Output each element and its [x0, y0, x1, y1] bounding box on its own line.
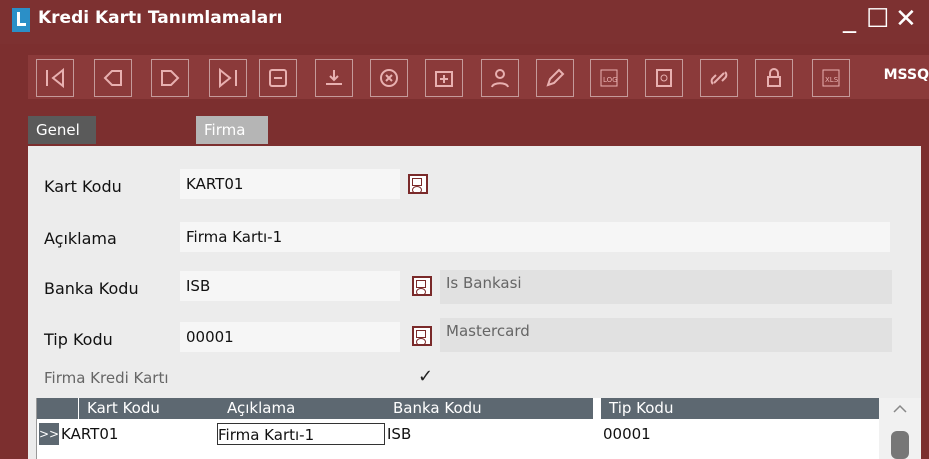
row-marker: >> — [39, 423, 59, 445]
new-icon — [435, 71, 453, 87]
aciklama-label: Açıklama — [44, 229, 117, 248]
app-logo-icon — [12, 8, 30, 32]
save-button[interactable] — [315, 59, 353, 97]
log-icon: LOG — [600, 69, 618, 87]
browse-button[interactable] — [259, 59, 297, 97]
xls-icon: XLS — [822, 69, 840, 87]
last-icon — [219, 67, 237, 89]
lookup-icon[interactable] — [412, 276, 432, 296]
user-button[interactable] — [481, 59, 519, 97]
new-record-button[interactable] — [425, 59, 463, 97]
lock-button[interactable] — [755, 59, 793, 97]
log-button[interactable]: LOG — [590, 59, 628, 97]
tip-name-field: Mastercard — [440, 318, 892, 352]
banka-name-field: Is Bankasi — [440, 270, 892, 304]
document-icon — [656, 69, 672, 87]
aciklama-input[interactable]: Firma Kartı-1 — [180, 222, 890, 252]
kart-kodu-input[interactable]: KART01 — [180, 169, 400, 199]
window-title: Kredi Kartı Tanımlamaları — [38, 8, 283, 28]
toolbar: LOG XLS MSSQ — [28, 55, 929, 99]
download-icon — [326, 70, 342, 85]
tip-kodu-label: Tip Kodu — [44, 330, 113, 349]
grid-cell-kart-kodu[interactable]: KART01 — [61, 423, 211, 445]
grid-cell-tip-kodu[interactable]: 00001 — [603, 423, 803, 445]
records-grid: Kart Kodu Açıklama Banka Kodu Tip Kodu >… — [36, 398, 887, 459]
banka-kodu-input[interactable]: ISB — [180, 271, 400, 301]
link-button[interactable] — [700, 59, 738, 97]
xls-button[interactable]: XLS — [812, 59, 850, 97]
browse-icon — [269, 69, 287, 87]
grid-cell-banka-kodu[interactable]: ISB — [387, 423, 587, 445]
tab-general[interactable]: Genel Bilgiler — [28, 116, 96, 167]
delete-button[interactable] — [370, 59, 408, 97]
svg-text:XLS: XLS — [825, 76, 839, 84]
kart-kodu-label: Kart Kodu — [44, 177, 122, 196]
lookup-icon[interactable] — [408, 174, 428, 194]
close-button[interactable]: ✕ — [895, 4, 917, 34]
first-record-button[interactable] — [36, 59, 74, 97]
grid-header-banka-kodu[interactable]: Banka Kodu — [385, 398, 593, 419]
next-icon — [161, 70, 180, 86]
grid-header-aciklama[interactable]: Açıklama — [219, 398, 387, 419]
banka-kodu-label: Banka Kodu — [44, 279, 139, 298]
grid-cell-aciklama[interactable]: Firma Kartı-1 — [217, 423, 385, 445]
link-icon — [710, 71, 728, 85]
first-icon — [46, 67, 64, 89]
app-window: Kredi Kartı Tanımlamaları _ ☐ ✕ LOG XLS … — [0, 0, 929, 459]
document-button[interactable] — [645, 59, 683, 97]
server-label: MSSQ — [883, 67, 929, 83]
tip-kodu-input[interactable]: 00001 — [180, 322, 400, 352]
vertical-scrollbar[interactable] — [879, 398, 921, 459]
svg-text:LOG: LOG — [603, 76, 618, 84]
firma-kredi-karti-checkbox[interactable]: ✓ — [418, 366, 433, 387]
previous-icon — [103, 70, 122, 86]
last-record-button[interactable] — [209, 59, 247, 97]
grid-row-header — [37, 398, 78, 419]
edit-button[interactable] — [536, 59, 574, 97]
pencil-icon — [546, 68, 565, 87]
previous-record-button[interactable] — [94, 59, 132, 97]
delete-icon — [380, 69, 398, 87]
next-record-button[interactable] — [151, 59, 189, 97]
maximize-button[interactable]: ☐ — [866, 4, 889, 34]
firma-kredi-karti-label: Firma Kredi Kartı — [44, 369, 169, 387]
grid-header-tip-kodu[interactable]: Tip Kodu — [601, 398, 887, 419]
lookup-icon[interactable] — [412, 326, 432, 346]
chevron-up-icon — [893, 404, 907, 413]
user-icon — [491, 69, 509, 88]
title-bar: Kredi Kartı Tanımlamaları _ ☐ ✕ — [0, 0, 929, 44]
minimize-button[interactable]: _ — [843, 4, 856, 34]
grid-header-kart-kodu[interactable]: Kart Kodu — [79, 398, 223, 419]
lock-icon — [767, 68, 781, 87]
tab-firm-credit-card[interactable]: Firma Kredi Kartı Bilgileri — [196, 116, 269, 223]
scrollbar-thumb[interactable] — [891, 431, 909, 459]
